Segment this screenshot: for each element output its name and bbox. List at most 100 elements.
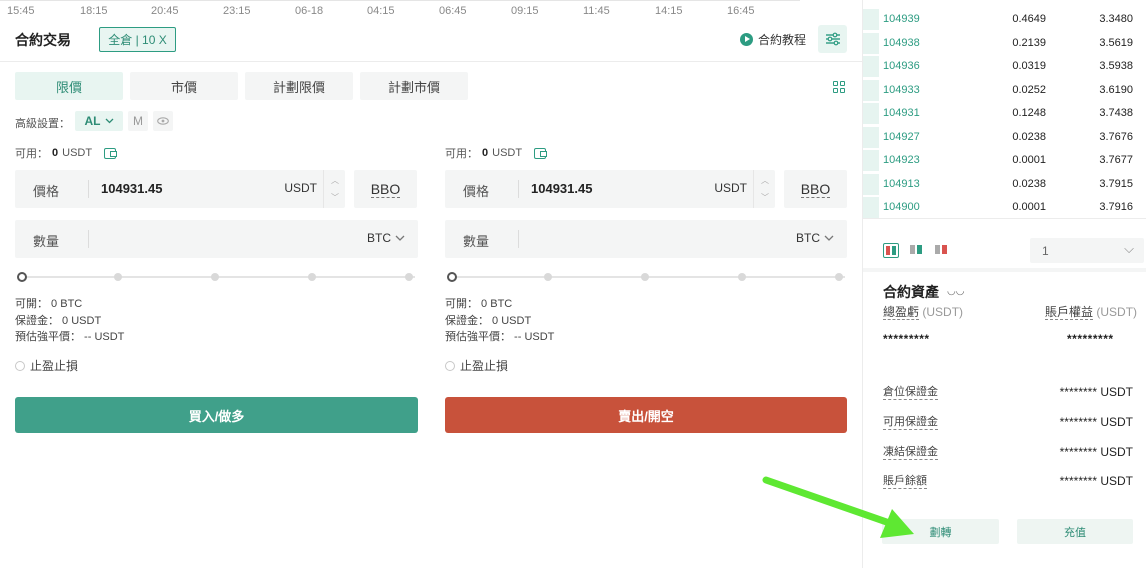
order-book-row[interactable]: 104938 0.2139 3.5619 (863, 32, 1146, 56)
book-view-asks-icon[interactable] (933, 243, 949, 258)
book-view-both-icon[interactable] (883, 243, 899, 258)
time-tick: 09:15 (511, 5, 539, 17)
advanced-al-select[interactable]: AL (75, 111, 123, 131)
buy-available: 可用： 0 USDT (15, 145, 118, 161)
radio-icon[interactable] (445, 360, 455, 371)
price-stepper[interactable]: ︿ ﹀ (323, 170, 345, 208)
chevron-down-icon[interactable] (395, 235, 405, 242)
quantity-unit[interactable]: BTC (796, 231, 820, 245)
chevron-down-icon: ⌵ (1124, 241, 1134, 256)
increment-icon[interactable]: ︿ (761, 175, 769, 186)
time-tick: 04:15 (367, 5, 395, 17)
tab-limit[interactable]: 限價 (15, 72, 123, 100)
slider-mark[interactable] (544, 273, 552, 281)
tab-plan-limit[interactable]: 計劃限價 (245, 72, 353, 100)
order-book-row[interactable]: 104927 0.0238 3.7676 (863, 126, 1146, 150)
depth-bar (863, 103, 879, 124)
slider-mark[interactable] (114, 273, 122, 281)
buy-long-button[interactable]: 買入/做多 (15, 397, 418, 433)
total-pnl-text: 總盈虧 (883, 305, 920, 320)
slider-mark[interactable] (835, 273, 843, 281)
eye-icon[interactable] (153, 111, 173, 131)
deposit-button[interactable]: 充值 (1017, 519, 1133, 544)
order-book-row[interactable]: 104939 0.4649 3.3480 (863, 8, 1146, 32)
increment-icon[interactable]: ︿ (331, 175, 339, 186)
hide-eye-icon[interactable]: ◡◡ (947, 286, 964, 297)
decrement-icon[interactable]: ﹀ (761, 192, 769, 203)
buy-bbo-button[interactable]: BBO (354, 170, 417, 208)
price-input[interactable]: 104931.45 (531, 181, 592, 196)
margin: 保證金： 0 USDT (445, 314, 532, 327)
total-pnl-label: 總盈虧 (USDT) (883, 303, 963, 320)
order-book-row[interactable]: 104936 0.0319 3.5938 (863, 55, 1146, 79)
layout-grid-icon[interactable] (833, 81, 845, 93)
transfer-wallet-icon[interactable] (534, 147, 548, 159)
liquidation-price: 預估強平價： -- USDT (15, 331, 125, 343)
advanced-m-button[interactable]: M (128, 111, 148, 131)
buy-tpsl-toggle[interactable]: 止盈止損 (15, 357, 78, 374)
sell-bbo-button[interactable]: BBO (784, 170, 847, 208)
asset-row-value: ******** USDT (1059, 474, 1133, 488)
depth-bar (863, 79, 879, 101)
order-book-row[interactable]: 104923 0.0001 3.7677 (863, 149, 1146, 173)
slider-handle[interactable] (17, 272, 27, 282)
settings-button[interactable] (818, 25, 847, 53)
bid-qty: 0.2139 (1012, 36, 1046, 49)
slider-mark[interactable] (641, 273, 649, 281)
asset-row-label: 凍結保證金 (883, 446, 938, 460)
bid-price: 104927 (883, 130, 920, 143)
order-book-row[interactable]: 104913 0.0238 3.7915 (863, 173, 1146, 197)
sell-quantity-field[interactable]: 數量 BTC (445, 220, 847, 258)
slider-mark[interactable] (738, 273, 746, 281)
bid-total: 3.5938 (1099, 60, 1133, 72)
order-book-row[interactable]: 104931 0.1248 3.7438 (863, 102, 1146, 126)
buy-quantity-slider[interactable] (17, 271, 415, 283)
chevron-down-icon[interactable] (824, 235, 834, 242)
sell-price-field[interactable]: 價格 104931.45 USDT ︿ ﹀ (445, 170, 775, 208)
sell-quantity-slider[interactable] (447, 271, 845, 283)
price-label: 價格 (33, 184, 60, 199)
order-book-divider (863, 218, 1146, 219)
margin: 保證金： 0 USDT (15, 314, 102, 327)
bid-price: 104939 (883, 13, 920, 25)
bid-total: 3.3480 (1099, 13, 1133, 25)
slider-mark[interactable] (405, 273, 413, 281)
tab-plan-market[interactable]: 計劃市價 (360, 72, 468, 100)
bid-qty: 0.0238 (1012, 177, 1046, 190)
price-stepper[interactable]: ︿ ﹀ (753, 170, 775, 208)
slider-mark[interactable] (308, 273, 316, 281)
time-tick: 18:15 (80, 5, 108, 17)
can-open: 可開： 0 BTC (445, 298, 513, 310)
asset-row-label: 可用保證金 (883, 416, 938, 430)
buy-price-field[interactable]: 價格 104931.45 USDT ︿ ﹀ (15, 170, 345, 208)
order-book-row[interactable]: 104900 0.0001 3.7916 (863, 196, 1146, 220)
bid-price: 104913 (883, 177, 920, 190)
tutorial-label: 合約教程 (758, 33, 807, 47)
asset-row-value: ******** USDT (1059, 385, 1133, 399)
transfer-button[interactable]: 劃轉 (882, 519, 999, 544)
order-book-row[interactable]: 104933 0.0252 3.6190 (863, 79, 1146, 103)
price-input[interactable]: 104931.45 (101, 181, 162, 196)
quantity-label: 數量 (463, 234, 490, 249)
sell-tpsl-toggle[interactable]: 止盈止損 (445, 357, 508, 374)
depth-precision-select[interactable]: 1 ⌵ (1030, 238, 1144, 263)
decrement-icon[interactable]: ﹀ (331, 192, 339, 203)
slider-mark[interactable] (211, 273, 219, 281)
book-view-bids-icon[interactable] (908, 243, 924, 258)
buy-quantity-field[interactable]: 數量 BTC (15, 220, 418, 258)
quantity-unit[interactable]: BTC (367, 231, 391, 245)
tutorial-link[interactable]: 合約教程 (740, 31, 806, 48)
leverage-button[interactable]: 全倉 | 10 X (99, 27, 176, 52)
available-value: 0 (52, 147, 59, 159)
bid-total: 3.7677 (1099, 154, 1133, 166)
radio-icon[interactable] (15, 360, 25, 371)
tab-market[interactable]: 市價 (130, 72, 238, 100)
bid-price: 104936 (883, 60, 920, 72)
sell-short-button[interactable]: 賣出/開空 (445, 397, 847, 433)
page-title: 合約交易 (15, 32, 71, 48)
slider-handle[interactable] (447, 272, 457, 282)
sell-available: 可用： 0 USDT (445, 145, 548, 161)
bid-price: 104938 (883, 36, 920, 49)
transfer-wallet-icon[interactable] (104, 147, 118, 159)
sliders-icon (825, 32, 840, 46)
